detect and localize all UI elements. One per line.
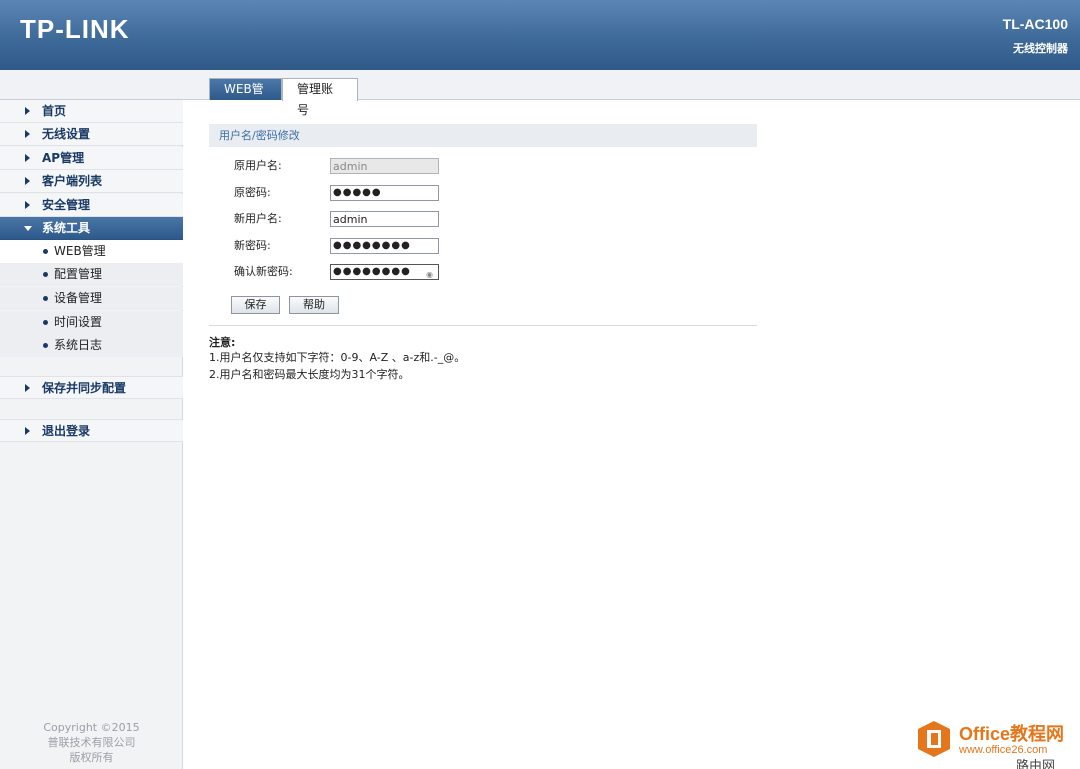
note-title: 注意: [209, 336, 236, 349]
tp-link-logo: TP-LINK [20, 14, 130, 44]
confirm-password-value: ●●●●●●●● [333, 266, 411, 277]
caret-right-icon [25, 427, 30, 435]
bullet-icon [43, 343, 48, 348]
copyright-line: Copyright ©2015 [43, 721, 140, 734]
eye-icon[interactable]: ◉ [426, 268, 434, 282]
caret-down-icon [24, 226, 32, 231]
sidebar: 首页 无线设置 AP管理 客户端列表 安全管理 系统工具 WEB管理 配置管理 … [0, 100, 183, 769]
tab-admin-account[interactable]: 管理账号 [282, 78, 358, 117]
note-line: 2.用户名和密码最大长度均为31个字符。 [209, 368, 410, 381]
sidebar-subitem-label: WEB管理 [54, 244, 106, 258]
help-button[interactable]: 帮助 [289, 296, 339, 314]
old-username-field [330, 158, 439, 174]
field-label: 原密码: [234, 186, 271, 199]
sidebar-subitem-label: 配置管理 [54, 267, 103, 281]
watermark: Office教程网 www.office26.com 路由网 [915, 718, 1080, 769]
sidebar-item-label: AP管理 [42, 151, 85, 165]
bullet-icon [43, 272, 48, 277]
new-username-field[interactable] [330, 211, 439, 227]
divider [209, 325, 757, 326]
note-line: 1.用户名仅支持如下字符：0-9、A-Z 、a-z和.-_@。 [209, 351, 466, 364]
sidebar-subitem-label: 系统日志 [54, 338, 103, 352]
sidebar-item-label: 系统工具 [42, 221, 91, 235]
watermark-title: Office教程网 [959, 724, 1065, 744]
old-password-field[interactable]: ●●●●● [330, 185, 439, 201]
caret-right-icon [25, 154, 30, 162]
field-label: 确认新密码: [234, 265, 293, 278]
sidebar-item-clients[interactable]: 客户端列表 [0, 170, 183, 193]
bullet-icon [43, 249, 48, 254]
sidebar-item-save-sync[interactable]: 保存并同步配置 [0, 376, 183, 399]
bullet-icon [43, 320, 48, 325]
device-type: 无线控制器 [1013, 42, 1068, 55]
sidebar-subitem-device[interactable]: 设备管理 [0, 287, 183, 310]
sidebar-item-security[interactable]: 安全管理 [0, 194, 183, 217]
save-button[interactable]: 保存 [231, 296, 280, 314]
caret-right-icon [25, 384, 30, 392]
sidebar-subitem-log[interactable]: 系统日志 [0, 334, 183, 357]
rights-reserved: 版权所有 [69, 751, 114, 764]
copyright: Copyright ©2015 普联技术有限公司 版权所有 [0, 720, 183, 765]
tab-bar: WEB管理 管理账号 [0, 70, 1080, 117]
header-bar: TP-LINK TL-AC100 无线控制器 [0, 0, 1080, 70]
bullet-icon [43, 296, 48, 301]
sidebar-item-label: 退出登录 [42, 424, 91, 438]
sidebar-item-label: 无线设置 [42, 127, 91, 141]
tab-web-management[interactable]: WEB管理 [209, 78, 282, 117]
sidebar-subitem-time[interactable]: 时间设置 [0, 311, 183, 334]
caret-right-icon [25, 201, 30, 209]
sidebar-item-home[interactable]: 首页 [0, 100, 183, 123]
caret-right-icon [25, 107, 30, 115]
company-name: 普联技术有限公司 [47, 736, 136, 749]
sidebar-item-label: 客户端列表 [42, 174, 103, 188]
office-logo-icon [918, 721, 950, 757]
field-label: 新用户名: [234, 212, 282, 225]
sidebar-subitem-label: 时间设置 [54, 315, 103, 329]
sidebar-subitem-config[interactable]: 配置管理 [0, 263, 183, 286]
sidebar-item-label: 保存并同步配置 [42, 381, 127, 395]
sidebar-item-wireless[interactable]: 无线设置 [0, 123, 183, 146]
sidebar-subitem-web-management[interactable]: WEB管理 [0, 240, 183, 263]
device-model: TL-AC100 [1002, 16, 1068, 32]
watermark-corner-text: 路由网 [1016, 759, 1056, 769]
field-label: 新密码: [234, 239, 271, 252]
caret-right-icon [25, 130, 30, 138]
sidebar-item-system-tools[interactable]: 系统工具 [0, 217, 183, 240]
section-title: 用户名/密码修改 [209, 124, 757, 147]
sidebar-item-logout[interactable]: 退出登录 [0, 419, 183, 442]
sidebar-item-label: 首页 [42, 104, 67, 118]
sidebar-item-ap[interactable]: AP管理 [0, 147, 183, 170]
sidebar-subitem-label: 设备管理 [54, 291, 103, 305]
field-label: 原用户名: [234, 159, 282, 172]
caret-right-icon [25, 177, 30, 185]
confirm-password-field[interactable]: ●●●●●●●● ◉ [330, 264, 439, 280]
sidebar-item-label: 安全管理 [42, 198, 91, 212]
new-password-field[interactable]: ●●●●●●●● [330, 238, 439, 254]
